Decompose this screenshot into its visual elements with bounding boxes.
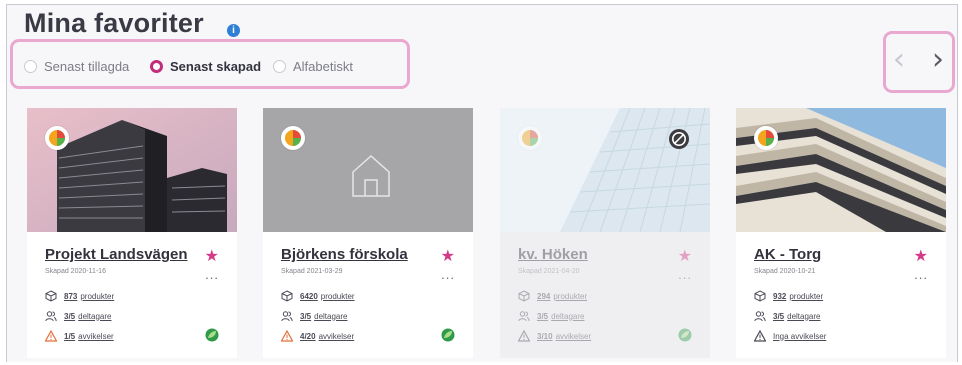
created-date: Skapad 2020-11-16 (45, 268, 106, 275)
sort-option-senast-skapad[interactable]: Senast skapad (150, 59, 261, 74)
radio-icon[interactable] (273, 60, 286, 73)
leaf-icon (678, 328, 692, 342)
cube-icon (754, 290, 766, 302)
sort-option-senast-tillagda[interactable]: Senast tillagda (24, 59, 129, 74)
participants-link[interactable]: 3/5 deltagare (281, 310, 347, 322)
status-pie-icon (754, 126, 778, 150)
favorite-star-icon[interactable]: ★ (205, 248, 219, 264)
chevron-left-icon[interactable]: ‹ (893, 42, 905, 78)
more-options-button[interactable]: ... (678, 268, 692, 281)
project-card-disabled[interactable]: kv. Höken Skapad 2021-04-20 ★ ... 294 pro… (500, 108, 710, 358)
status-pie-icon (45, 126, 69, 150)
project-image (736, 108, 946, 232)
info-icon[interactable]: i (227, 24, 240, 37)
page-title: Mina favoriter (24, 8, 204, 38)
status-pie-icon (281, 126, 305, 150)
warning-icon (45, 330, 57, 342)
project-title[interactable]: kv. Höken (518, 246, 588, 263)
users-icon (518, 311, 530, 322)
deviations-link[interactable]: 1/5 avvikelser (45, 330, 114, 342)
warning-icon (281, 330, 293, 342)
leaf-icon (441, 328, 455, 342)
participants-link[interactable]: 3/5 deltagare (518, 310, 584, 322)
status-pie-icon (518, 126, 542, 150)
project-card[interactable]: Björkens förskola Skapad 2021-03-29 ★ ..… (263, 108, 473, 358)
created-date: Skapad 2020-10-21 (754, 268, 816, 275)
created-date: Skapad 2021-04-20 (518, 268, 580, 275)
more-options-button[interactable]: ... (205, 268, 219, 281)
cube-icon (281, 290, 293, 302)
project-card[interactable]: Projekt Landsvägen Skapad 2020-11-16 ★ .… (27, 108, 237, 358)
project-image-placeholder (263, 108, 473, 232)
leaf-icon (205, 328, 219, 342)
warning-icon (754, 330, 766, 342)
cube-icon (45, 290, 57, 302)
created-date: Skapad 2021-03-29 (281, 268, 343, 275)
participants-link[interactable]: 3/5 deltagare (754, 310, 820, 322)
users-icon (754, 311, 766, 322)
favorite-star-icon[interactable]: ★ (914, 248, 928, 264)
products-link[interactable]: 873 produkter (45, 290, 114, 302)
deviations-link[interactable]: 4/20 avvikelser (281, 330, 354, 342)
project-title[interactable]: Projekt Landsvägen (45, 246, 188, 263)
project-image (27, 108, 237, 232)
favorite-star-icon[interactable]: ★ (678, 248, 692, 264)
products-link[interactable]: 294 produkter (518, 290, 587, 302)
cube-icon (518, 290, 530, 302)
chevron-right-icon[interactable]: › (932, 42, 944, 78)
project-title[interactable]: AK - Torg (754, 246, 821, 263)
blocked-icon (669, 129, 689, 149)
participants-link[interactable]: 3/5 deltagare (45, 310, 111, 322)
products-link[interactable]: 932 produkter (754, 290, 823, 302)
deviations-link[interactable]: Inga avvikelser (754, 330, 826, 342)
project-card[interactable]: AK - Torg Skapad 2020-10-21 ★ ... 932 pro… (736, 108, 946, 358)
more-options-button[interactable]: ... (914, 268, 928, 281)
radio-selected-icon[interactable] (150, 60, 163, 73)
sort-option-alfabetiskt[interactable]: Alfabetiskt (273, 59, 353, 74)
radio-icon[interactable] (24, 60, 37, 73)
users-icon (281, 311, 293, 322)
favorite-star-icon[interactable]: ★ (441, 248, 455, 264)
deviations-link[interactable]: 3/10 avvikelser (518, 330, 591, 342)
more-options-button[interactable]: ... (441, 268, 455, 281)
project-image (500, 108, 710, 232)
warning-icon (518, 330, 530, 342)
users-icon (45, 311, 57, 322)
products-link[interactable]: 6420 produkter (281, 290, 355, 302)
project-title[interactable]: Björkens förskola (281, 246, 408, 263)
